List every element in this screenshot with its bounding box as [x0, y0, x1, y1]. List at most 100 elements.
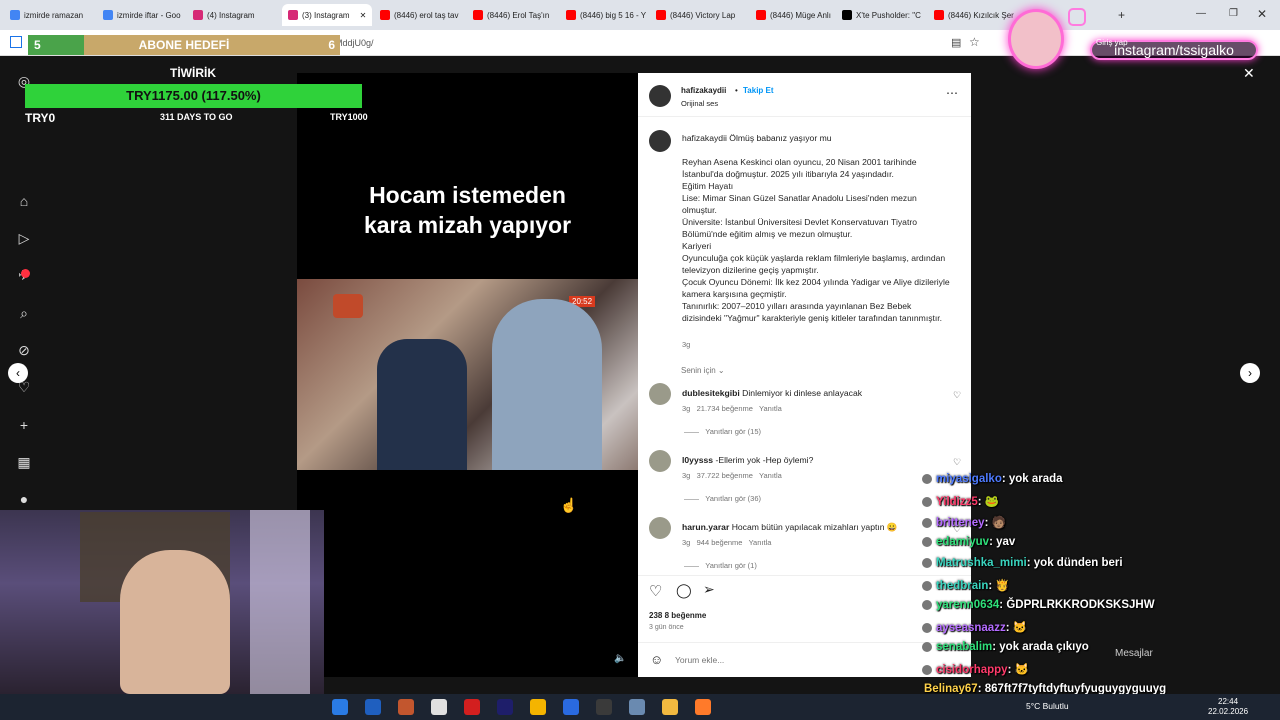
- browser-tab[interactable]: izmirde ramazan: [4, 4, 92, 26]
- app-icon[interactable]: [563, 699, 579, 715]
- tab-label: X'te Pusholder: "C: [856, 10, 921, 20]
- like-count[interactable]: 238 8 beğenme: [649, 611, 706, 620]
- browser-tab[interactable]: (4) Instagram: [187, 4, 277, 26]
- chat-message: miyasigalko: yok arada: [922, 473, 1063, 485]
- browser-tab[interactable]: (8446) Victory Lap: [650, 4, 746, 26]
- comment-icon[interactable]: ◯: [676, 582, 692, 599]
- chrome-icon[interactable]: [530, 699, 546, 715]
- weather-label[interactable]: 5°C Bulutlu: [1026, 701, 1069, 711]
- close-post-icon[interactable]: ✕: [1243, 65, 1255, 82]
- opera-icon[interactable]: [464, 699, 480, 715]
- home-icon[interactable]: ⌂: [16, 193, 32, 209]
- browser-tab[interactable]: izmirde iftar - Goo: [97, 4, 183, 26]
- mute-icon[interactable]: 🔈: [614, 653, 626, 664]
- previous-post-button[interactable]: ‹: [8, 363, 28, 383]
- reply-button[interactable]: Yanıtla: [759, 404, 782, 413]
- dashboard-icon[interactable]: ▦: [16, 454, 32, 470]
- chat-message: ayseasnaazz: 🐱: [922, 620, 1027, 634]
- comment-likes[interactable]: 21.734 beğenme: [697, 404, 753, 413]
- tab-favicon-icon: [103, 10, 113, 20]
- browser-tab[interactable]: (8446) big 5 16 - Y: [560, 4, 646, 26]
- reader-icon[interactable]: ▤: [951, 36, 961, 49]
- chat-text: : yok dünden beri: [1026, 557, 1123, 569]
- login-label[interactable]: Giriş yap: [1096, 38, 1128, 47]
- view-replies-button[interactable]: —— Yanıtları gör (15): [684, 427, 761, 436]
- messages-label[interactable]: Mesajlar: [1115, 648, 1153, 659]
- reply-button[interactable]: Yanıtla: [759, 471, 782, 480]
- bookmark-star-icon[interactable]: ☆: [969, 35, 980, 49]
- comment-input[interactable]: [675, 653, 915, 667]
- firefox-icon[interactable]: [695, 699, 711, 715]
- caption-avatar[interactable]: [649, 130, 671, 152]
- chat-username[interactable]: miyasigalko: [936, 473, 1002, 485]
- start-icon[interactable]: [332, 699, 348, 715]
- chat-username[interactable]: Matrushka_mimi: [936, 557, 1027, 569]
- explore-icon[interactable]: ⊘: [16, 342, 32, 358]
- search-icon[interactable]: ⌕: [16, 305, 32, 321]
- chat-username[interactable]: edamiyuv: [936, 536, 989, 548]
- commenter-username[interactable]: dublesitekgibi: [682, 388, 740, 398]
- follow-button[interactable]: Takip Et: [743, 86, 774, 95]
- comment-likes[interactable]: 37.722 beğenme: [697, 471, 753, 480]
- app-icon[interactable]: [629, 699, 645, 715]
- chat-username[interactable]: yarenn0634: [936, 599, 999, 611]
- emoji-icon[interactable]: ☺: [650, 652, 663, 667]
- outlook-icon[interactable]: [365, 699, 381, 715]
- chevron-down-icon: ⌄: [717, 366, 725, 375]
- chat-username[interactable]: thedbrain: [936, 580, 988, 592]
- share-icon[interactable]: ➢: [703, 581, 715, 598]
- tab-favicon-icon: [842, 10, 852, 20]
- maximize-icon[interactable]: ❐: [1229, 8, 1238, 19]
- comment-likes[interactable]: 944 beğenme: [697, 538, 743, 547]
- browser-tab[interactable]: (8446) Kızılcık Şer: [928, 4, 1014, 26]
- browser-tab[interactable]: (8446) Erol Taş'ın: [467, 4, 555, 26]
- widgets-icon[interactable]: [431, 699, 447, 715]
- commenter-avatar[interactable]: [649, 383, 671, 405]
- window-icon[interactable]: [10, 36, 22, 48]
- browser-tab[interactable]: (3) Instagram ✕: [282, 4, 372, 26]
- reply-button[interactable]: Yanıtla: [749, 538, 772, 547]
- author-username[interactable]: hafizakaydii: [681, 86, 726, 95]
- new-tab-icon[interactable]: +: [1118, 8, 1125, 22]
- create-icon[interactable]: +: [16, 417, 32, 433]
- chat-username[interactable]: britteney: [936, 517, 985, 529]
- commenter-avatar[interactable]: [649, 450, 671, 472]
- chat-username[interactable]: cisidorhappy: [936, 664, 1008, 676]
- comment-age: 3g: [682, 471, 691, 480]
- browser-tab[interactable]: (8446) erol taş tav: [374, 4, 462, 26]
- view-replies-button[interactable]: —— Yanıtları gör (1): [684, 561, 757, 570]
- minimize-icon[interactable]: —: [1196, 8, 1206, 19]
- obs-icon[interactable]: [596, 699, 612, 715]
- comment-body: dublesitekgibi Dinlemiyor ki dinlese anl…: [682, 388, 862, 398]
- commenter-username[interactable]: harun.yarar: [682, 522, 729, 532]
- commenter-username[interactable]: l0yysss: [682, 455, 713, 465]
- clock-time: 22:44: [1218, 697, 1239, 706]
- reels-icon[interactable]: ▷: [16, 230, 32, 246]
- author-avatar[interactable]: [649, 85, 671, 107]
- close-window-icon[interactable]: ✕: [1257, 7, 1267, 21]
- app-icon[interactable]: [398, 699, 414, 715]
- more-options-icon[interactable]: ⋯: [946, 86, 958, 100]
- chat-username[interactable]: Yildizz5: [936, 496, 978, 508]
- video-clip-frame: 20:52: [297, 279, 638, 470]
- like-icon[interactable]: ♡: [649, 582, 662, 600]
- profile-icon[interactable]: ●: [16, 491, 32, 507]
- audio-label[interactable]: Orijinal ses: [681, 99, 718, 108]
- close-tab-icon[interactable]: ✕: [360, 11, 367, 20]
- comment-like-icon[interactable]: ♡: [953, 390, 961, 401]
- view-replies-button[interactable]: —— Yanıtları gör (36): [684, 494, 761, 503]
- caption-username[interactable]: hafizakaydii: [682, 133, 727, 143]
- commenter-avatar[interactable]: [649, 517, 671, 539]
- tab-favicon-icon: [934, 10, 944, 20]
- system-clock[interactable]: 22:44 22.02.2026: [1208, 697, 1248, 717]
- file-explorer-icon[interactable]: [662, 699, 678, 715]
- browser-tab[interactable]: X'te Pusholder: "C: [836, 4, 924, 26]
- browser-tab[interactable]: (8446) Müge Anlı: [750, 4, 832, 26]
- chat-username[interactable]: ayseasnaazz: [936, 622, 1006, 634]
- chat-username[interactable]: senabalim: [936, 641, 992, 653]
- description-age: 3g: [682, 340, 691, 349]
- comment-like-icon[interactable]: ♡: [953, 457, 961, 468]
- premiere-icon[interactable]: [497, 699, 513, 715]
- for-you-dropdown[interactable]: Senin için ⌄: [681, 366, 725, 375]
- next-post-button[interactable]: ›: [1240, 363, 1260, 383]
